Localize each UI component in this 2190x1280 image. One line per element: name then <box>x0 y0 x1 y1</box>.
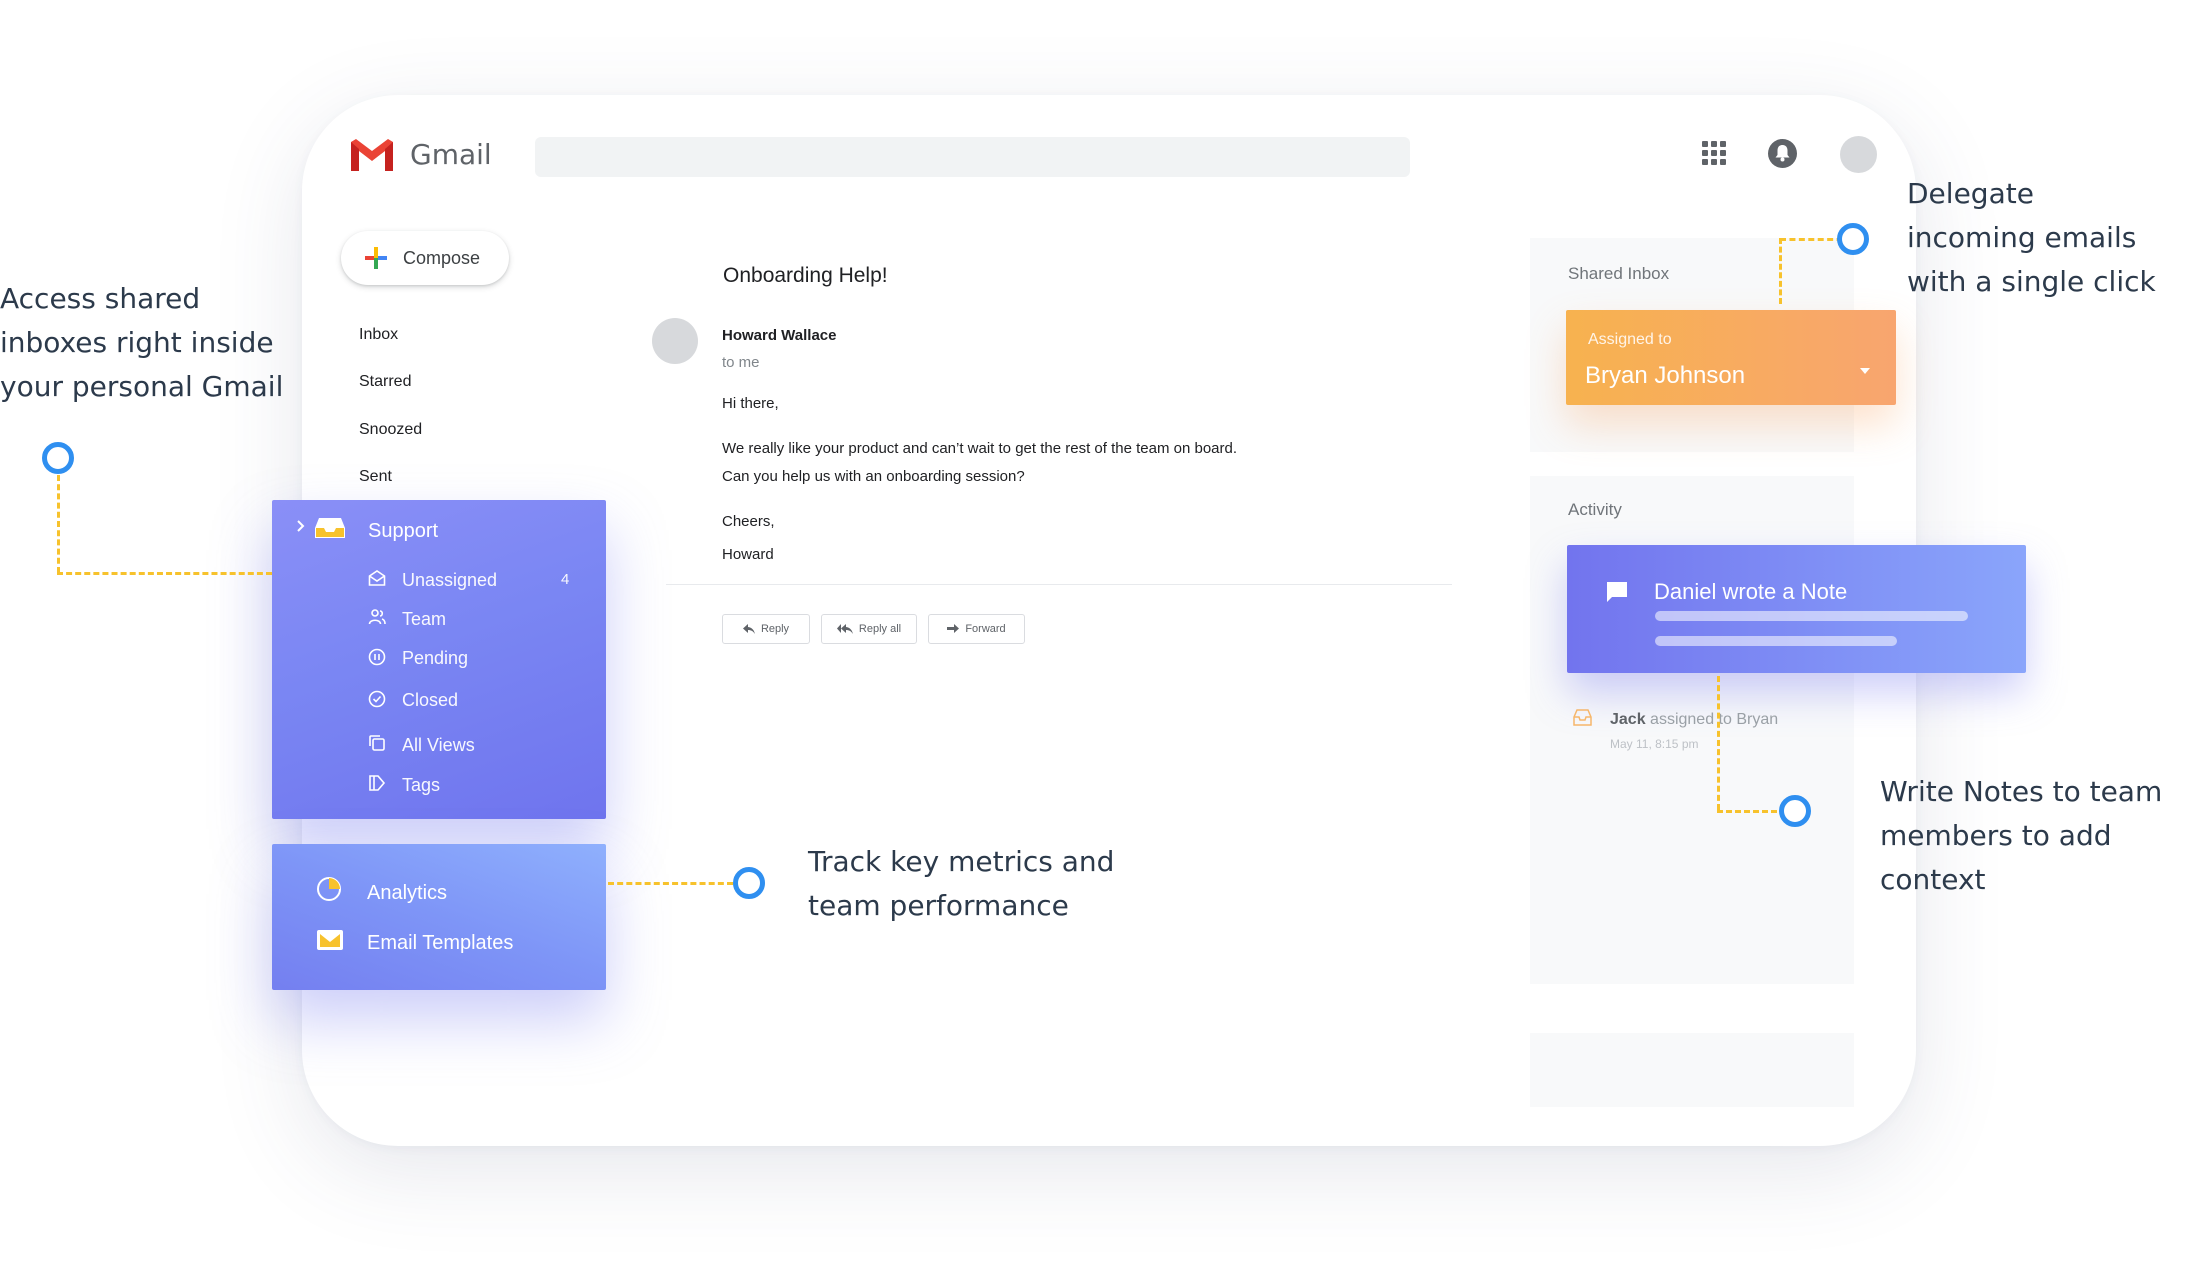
email-templates-link[interactable]: Email Templates <box>367 932 513 955</box>
analytics-templates-panel <box>272 844 606 990</box>
callout-analytics: Track key metrics and team performance <box>808 840 1114 928</box>
callout-line: Write Notes to team <box>1880 775 2163 808</box>
apps-grid-icon[interactable] <box>1702 141 1726 165</box>
assignee-dropdown[interactable] <box>1566 310 1896 405</box>
search-bar[interactable] <box>535 137 1410 177</box>
account-avatar[interactable] <box>1840 136 1877 173</box>
template-envelope-icon <box>317 930 343 950</box>
email-body-line: Can you help us with an onboarding sessi… <box>722 468 1025 485</box>
reply-all-label: Reply all <box>858 623 902 635</box>
notifications-bell-icon[interactable] <box>1768 139 1797 168</box>
callout-notes: Write Notes to team members to add conte… <box>1880 770 2190 902</box>
reply-button[interactable]: Reply <box>722 614 810 644</box>
callout-line: with a single click <box>1907 265 2156 298</box>
assigned-to-label: Assigned to <box>1588 331 1672 348</box>
email-body-line: Hi there, <box>722 395 779 412</box>
reply-icon <box>742 624 755 634</box>
callout-line: Delegate <box>1907 177 2034 210</box>
activity-log-entry: Jack assigned to Bryan <box>1610 711 1778 729</box>
sender-avatar <box>652 318 698 364</box>
reply-label: Reply <box>760 623 790 635</box>
support-item-tags[interactable]: Tags <box>402 775 440 796</box>
activity-actor: Jack <box>1610 711 1646 728</box>
compose-label: Compose <box>403 247 481 268</box>
callout-line: Track key metrics and <box>808 845 1115 878</box>
support-item-team[interactable]: Team <box>402 609 446 630</box>
nav-starred[interactable]: Starred <box>359 373 411 391</box>
callout-line: team performance <box>808 889 1069 922</box>
callout-line: your personal Gmail <box>0 370 284 403</box>
activity-timestamp: May 11, 8:15 pm <box>1610 737 1699 751</box>
people-icon <box>368 609 386 625</box>
check-circle-icon <box>368 690 386 708</box>
assignee-name: Bryan Johnson <box>1585 362 1746 389</box>
hotspot-ring[interactable] <box>1837 223 1869 255</box>
callout-line: inboxes right inside <box>0 326 274 359</box>
email-divider <box>666 584 1452 585</box>
note-card[interactable] <box>1567 545 2026 673</box>
email-body-line: Howard <box>722 546 774 563</box>
sender-name: Howard Wallace <box>722 327 837 344</box>
forward-icon <box>947 624 960 633</box>
chevron-right-icon[interactable] <box>295 518 307 534</box>
unassigned-count-badge: 4 <box>561 571 570 588</box>
connector-line <box>1779 238 1782 304</box>
gmail-wordmark: Gmail <box>410 138 492 171</box>
hotspot-ring[interactable] <box>1779 795 1811 827</box>
inbox-tray-icon <box>1573 709 1592 726</box>
envelope-open-icon <box>368 570 386 586</box>
support-item-closed[interactable]: Closed <box>402 690 458 711</box>
shared-inbox-label: Shared Inbox <box>1568 264 1670 283</box>
support-item-pending[interactable]: Pending <box>402 648 468 669</box>
email-body-line: We really like your product and can’t wa… <box>722 440 1238 457</box>
connector-line <box>57 475 60 573</box>
email-subject: Onboarding Help! <box>723 264 888 287</box>
note-placeholder-line <box>1655 611 1968 621</box>
bottom-placeholder-card <box>1530 1033 1854 1107</box>
callout-line: incoming emails <box>1907 221 2137 254</box>
pie-chart-icon <box>317 877 341 901</box>
forward-button[interactable]: Forward <box>928 614 1025 644</box>
reply-all-icon <box>836 624 853 634</box>
callout-delegate: Delegate incoming emails with a single c… <box>1907 172 2156 304</box>
activity-action: assigned to Bryan <box>1650 711 1779 728</box>
forward-label: Forward <box>965 623 1006 635</box>
connector-line <box>1717 810 1777 813</box>
activity-label: Activity <box>1568 500 1622 519</box>
pause-circle-icon <box>368 648 386 666</box>
connector-line <box>57 572 272 575</box>
callout-line: Access shared <box>0 282 201 315</box>
support-item-unassigned[interactable]: Unassigned <box>402 570 497 591</box>
hotspot-ring[interactable] <box>42 442 74 474</box>
support-title[interactable]: Support <box>368 520 438 543</box>
nav-sent[interactable]: Sent <box>359 468 392 486</box>
compose-button[interactable]: Compose <box>341 231 509 285</box>
note-title: Daniel wrote a Note <box>1654 579 1848 604</box>
analytics-link[interactable]: Analytics <box>367 882 447 905</box>
callout-shared-inboxes: Access shared inboxes right inside your … <box>0 277 283 409</box>
copy-icon <box>369 735 385 751</box>
nav-snoozed[interactable]: Snoozed <box>359 421 422 439</box>
connector-line <box>1717 676 1720 810</box>
chevron-down-icon[interactable] <box>1859 367 1871 375</box>
hotspot-ring[interactable] <box>733 867 765 899</box>
shared-inbox-tray-icon <box>315 518 345 538</box>
recipient-label: to me <box>722 354 760 371</box>
callout-line: members to add context <box>1880 819 2112 896</box>
reply-all-button[interactable]: Reply all <box>821 614 917 644</box>
compose-plus-icon <box>365 247 387 269</box>
nav-inbox[interactable]: Inbox <box>359 326 398 344</box>
note-placeholder-line <box>1655 636 1897 646</box>
note-comment-icon <box>1607 582 1627 602</box>
gmail-logo[interactable] <box>348 137 396 173</box>
tag-icon <box>369 775 386 791</box>
connector-line <box>608 882 733 885</box>
support-item-all-views[interactable]: All Views <box>402 735 475 756</box>
email-body-line: Cheers, <box>722 513 775 530</box>
